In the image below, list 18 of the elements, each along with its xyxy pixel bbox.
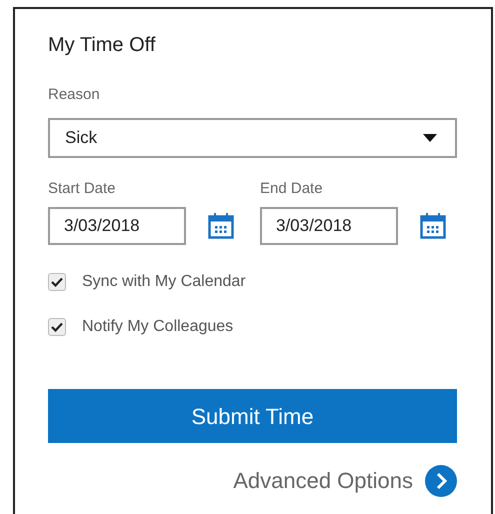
calendar-icon[interactable] bbox=[420, 212, 446, 240]
reason-dropdown[interactable]: Sick bbox=[48, 118, 457, 158]
submit-button[interactable]: Submit Time bbox=[48, 389, 457, 443]
date-field[interactable]: 3/03/2018 bbox=[48, 207, 186, 245]
caret-icon bbox=[423, 134, 437, 142]
field-label: End Date bbox=[260, 180, 324, 198]
panel-title: My Time Off bbox=[48, 33, 156, 58]
date-field[interactable]: 3/03/2018 bbox=[260, 207, 398, 245]
field-label: Reason bbox=[48, 86, 101, 104]
checkbox[interactable] bbox=[48, 273, 66, 291]
checkbox-label: Sync with My Calendar bbox=[82, 273, 246, 291]
checkbox-label: Notify My Colleagues bbox=[82, 318, 234, 336]
advanced-options-link[interactable]: Advanced Options bbox=[233, 468, 413, 494]
chevron-right-icon[interactable] bbox=[425, 465, 457, 497]
dropdown-value: Sick bbox=[65, 127, 98, 150]
checkbox[interactable] bbox=[48, 318, 66, 336]
calendar-icon[interactable] bbox=[208, 212, 234, 240]
field-label: Start Date bbox=[48, 180, 117, 198]
